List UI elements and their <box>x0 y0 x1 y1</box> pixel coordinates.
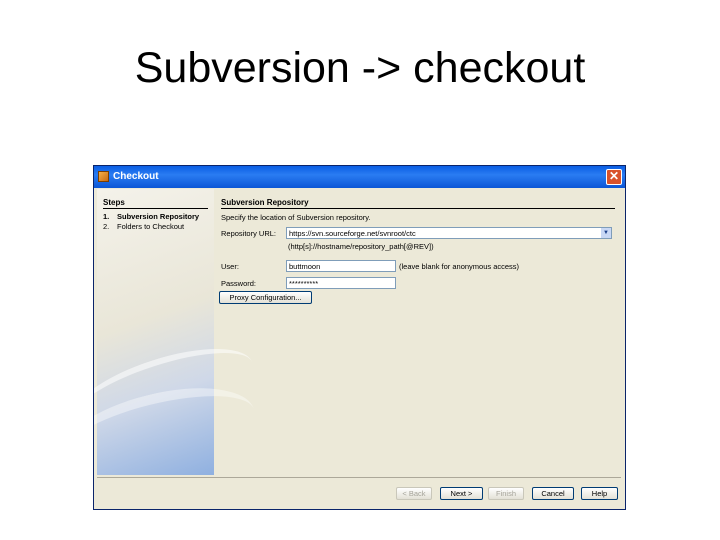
close-button[interactable]: ✕ <box>606 169 622 185</box>
close-icon: ✕ <box>608 169 620 183</box>
repository-url-combobox[interactable]: https://svn.sourceforge.net/svnroot/ctc … <box>286 227 612 239</box>
repository-url-label: Repository URL: <box>221 229 277 238</box>
help-button[interactable]: Help <box>581 487 618 500</box>
user-field[interactable]: buttmoon <box>286 260 396 272</box>
finish-button[interactable]: Finish <box>488 487 524 500</box>
cancel-button[interactable]: Cancel <box>532 487 574 500</box>
user-value: buttmoon <box>289 262 321 271</box>
back-button[interactable]: < Back <box>396 487 432 500</box>
repository-url-value: https://svn.sourceforge.net/svnroot/ctc <box>289 229 416 238</box>
next-button[interactable]: Next > <box>440 487 483 500</box>
step-label: Folders to Checkout <box>117 222 185 231</box>
panel-heading: Subversion Repository <box>221 197 615 209</box>
app-icon <box>98 171 109 182</box>
step-number: 1. <box>103 212 110 221</box>
dialog-titlebar[interactable]: Checkout ✕ <box>94 166 625 188</box>
user-label: User: <box>221 262 239 271</box>
step-item-repository: 1. Subversion Repository <box>103 212 199 222</box>
proxy-configuration-button[interactable]: Proxy Configuration... <box>219 291 312 304</box>
step-item-folders: 2. Folders to Checkout <box>103 222 184 232</box>
content-panel: Subversion Repository Specify the locati… <box>219 189 619 475</box>
password-value: ********** <box>289 279 319 288</box>
user-note: (leave blank for anonymous access) <box>399 262 520 271</box>
url-format-hint: (http[s]://hostname/repository_path[@REV… <box>288 242 434 251</box>
steps-heading: Steps <box>103 197 208 209</box>
password-label: Password: <box>221 279 257 288</box>
password-field[interactable]: ********** <box>286 277 396 289</box>
checkout-dialog: Checkout ✕ Steps 1. Subversion Repository… <box>93 165 626 510</box>
steps-panel: Steps 1. Subversion Repository 2. Folders … <box>94 189 264 498</box>
footer-separator <box>97 477 621 478</box>
step-number: 2. <box>103 222 110 231</box>
slide-title: Subversion -> checkout <box>134 44 586 92</box>
panel-description: Specify the location of Subversion repos… <box>221 213 371 222</box>
chevron-down-icon[interactable]: ▼ <box>601 228 611 238</box>
step-label: Subversion Repository <box>117 212 200 221</box>
dialog-title: Checkout <box>113 171 159 182</box>
